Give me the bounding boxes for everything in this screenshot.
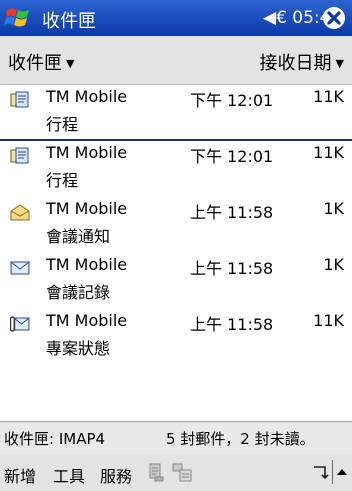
folder-view-icon[interactable]	[171, 461, 193, 483]
message-time: 下午 12:01	[190, 147, 274, 166]
message-size: 11K	[313, 311, 344, 330]
message-row[interactable]: TM Mobile 會議通知 上午 11:58 1K	[0, 197, 352, 251]
title-bar: 收件匣 ◀€ 05:44	[0, 0, 352, 36]
status-bar: 收件匣: IMAP4 5 封郵件，2 封未讀。	[0, 421, 352, 455]
folder-dropdown[interactable]: 收件匣 ▼	[8, 49, 74, 75]
message-subject: 行程	[46, 115, 79, 134]
message-subject: 會議記錄	[46, 283, 111, 302]
message-time: 上午 11:58	[190, 315, 274, 334]
mail-attachment-icon	[10, 316, 30, 332]
message-subject: 專案狀態	[46, 339, 111, 358]
message-row[interactable]: TM Mobile 專案狀態 上午 11:58 11K	[0, 309, 352, 363]
window-title: 收件匣	[42, 11, 96, 32]
message-sender: TM Mobile	[46, 255, 128, 274]
message-size: 11K	[313, 143, 344, 162]
message-time: 上午 11:58	[190, 259, 274, 278]
open-mail-icon	[10, 204, 30, 221]
sort-dropdown-label: 接收日期	[259, 53, 332, 74]
meeting-request-icon	[10, 91, 29, 108]
input-panel-icon[interactable]	[311, 463, 329, 481]
message-time: 上午 11:58	[190, 203, 274, 222]
tools-menu[interactable]: 工具	[53, 463, 85, 487]
folder-dropdown-label: 收件匣	[8, 53, 62, 74]
send-receive-icon[interactable]	[146, 461, 168, 483]
list-header: 收件匣 ▼ 接收日期 ▼	[0, 36, 352, 85]
menu-bar: 新增 工具 服務	[0, 454, 352, 491]
message-sender: TM Mobile	[46, 87, 128, 106]
message-list: TM Mobile 行程 下午 12:01 11K TM Mobile 行程 下…	[0, 85, 352, 421]
folder-account-info: 收件匣: IMAP4	[4, 430, 106, 448]
sip-arrow-up-icon[interactable]	[332, 460, 351, 484]
sort-dropdown[interactable]: 接收日期 ▼	[260, 49, 344, 75]
message-sender: TM Mobile	[46, 143, 128, 162]
message-time: 下午 12:01	[190, 91, 274, 110]
mail-icon	[10, 261, 30, 275]
message-size: 11K	[313, 87, 344, 106]
message-row[interactable]: TM Mobile 會議記錄 上午 11:58 1K	[0, 253, 352, 307]
chevron-down-icon: ▼	[335, 57, 344, 70]
windows-start-icon[interactable]	[4, 4, 32, 32]
message-count-info: 5 封郵件，2 封未讀。	[166, 430, 315, 448]
message-row[interactable]: TM Mobile 行程 下午 12:01 11K	[0, 141, 352, 195]
message-subject: 會議通知	[46, 227, 111, 246]
meeting-request-icon	[10, 147, 29, 164]
message-sender: TM Mobile	[46, 199, 128, 218]
services-menu[interactable]: 服務	[100, 463, 132, 487]
message-size: 1K	[323, 255, 344, 274]
message-row[interactable]: TM Mobile 行程 下午 12:01 11K	[0, 85, 352, 141]
close-icon[interactable]	[322, 6, 346, 30]
new-menu[interactable]: 新增	[4, 463, 36, 487]
message-size: 1K	[323, 199, 344, 218]
message-sender: TM Mobile	[46, 311, 128, 330]
chevron-down-icon: ▼	[66, 57, 75, 70]
message-subject: 行程	[46, 171, 79, 190]
